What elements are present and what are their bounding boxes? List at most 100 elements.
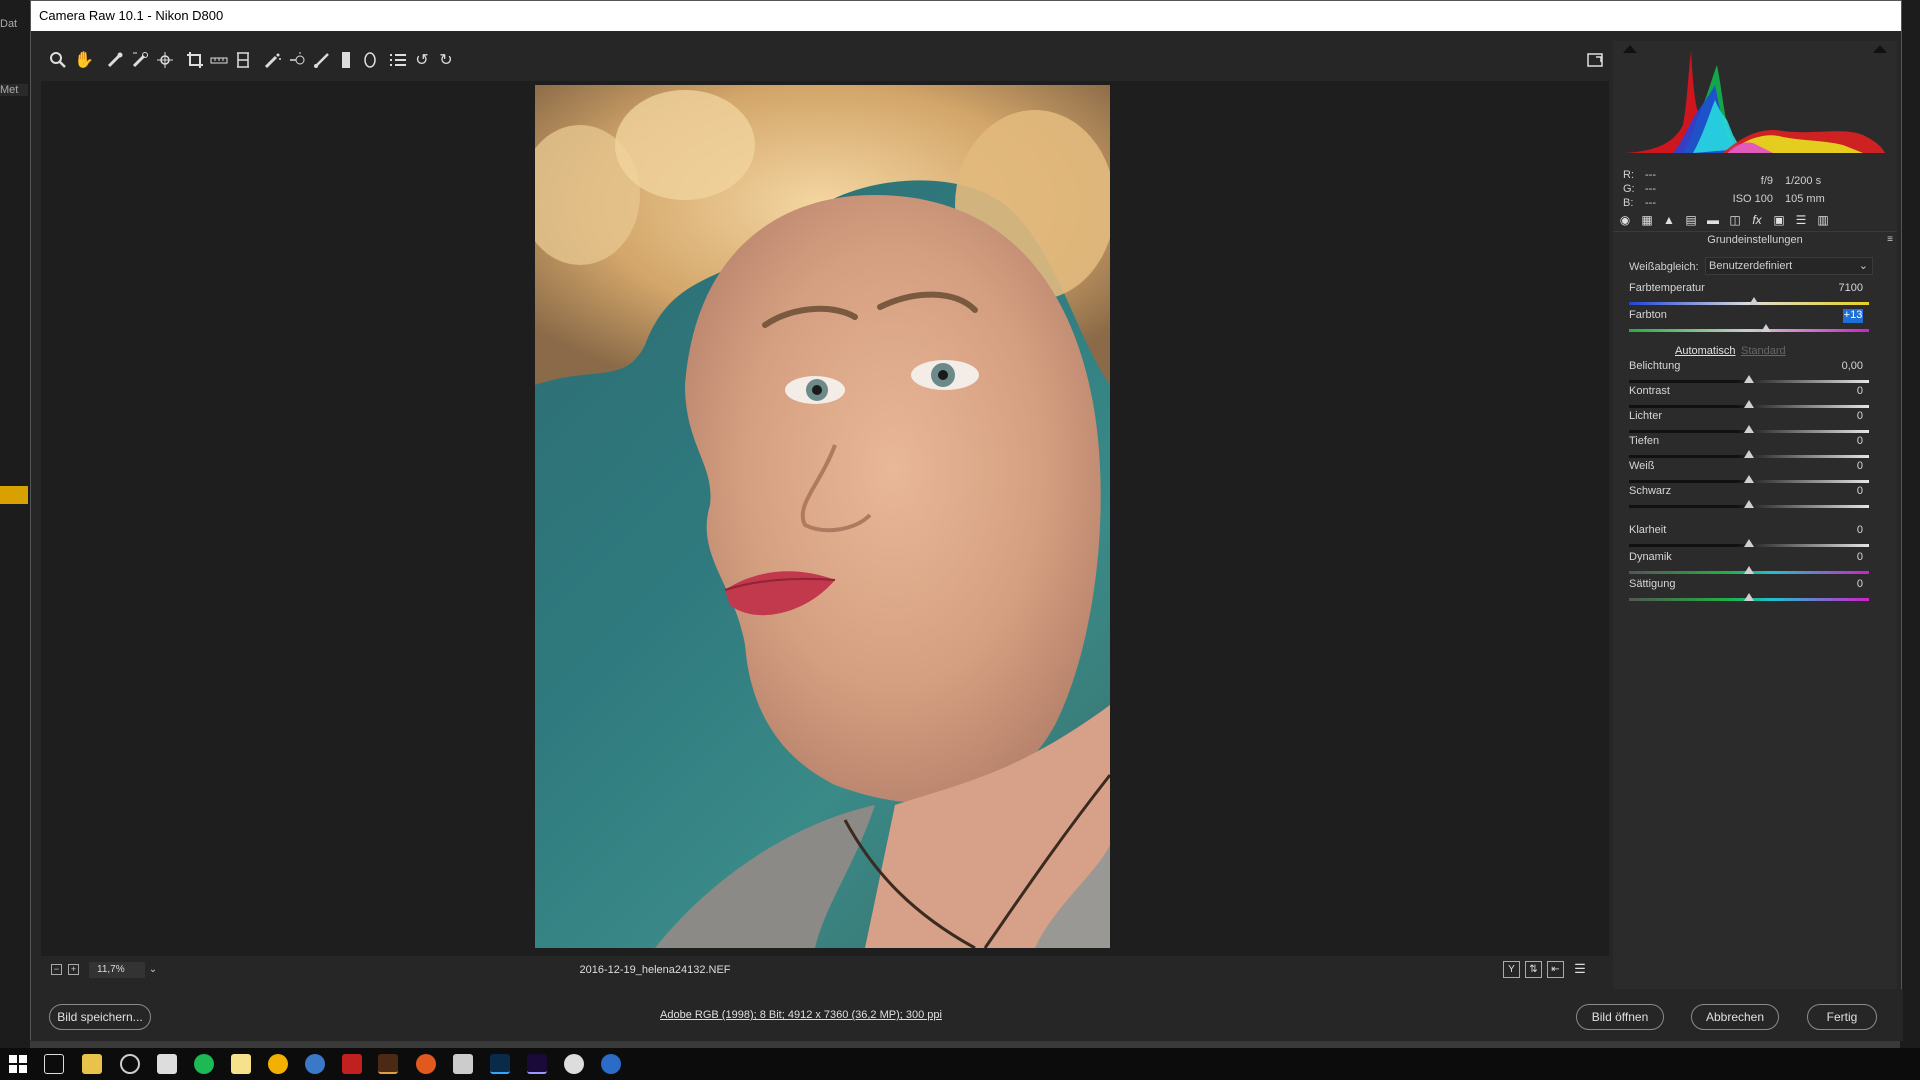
- slider-dynamik[interactable]: Dynamik 0: [1629, 551, 1879, 579]
- color-sampler-icon[interactable]: [127, 45, 153, 75]
- tab-presets-icon[interactable]: ☰: [1791, 211, 1811, 229]
- slider-farbtemperatur[interactable]: Farbtemperatur 7100: [1629, 282, 1879, 310]
- tab-snapshots-icon[interactable]: ▥: [1813, 211, 1833, 229]
- tab-lens-icon[interactable]: ◫: [1725, 211, 1745, 229]
- spotify-icon[interactable]: [194, 1054, 214, 1074]
- app-icon-3[interactable]: [416, 1054, 436, 1074]
- panel-menu-icon[interactable]: ≡: [1887, 234, 1893, 245]
- tab-detail-icon[interactable]: ▲: [1659, 211, 1679, 229]
- slider-value[interactable]: 0: [1803, 410, 1863, 424]
- white-balance-icon[interactable]: [102, 45, 128, 75]
- spot-removal-icon[interactable]: [260, 45, 286, 75]
- slider-value[interactable]: 0: [1803, 485, 1863, 499]
- slider-value[interactable]: 0: [1803, 551, 1863, 565]
- bridge-icon[interactable]: [378, 1054, 398, 1074]
- photo-preview[interactable]: [535, 85, 1110, 948]
- done-button[interactable]: Fertig: [1807, 1004, 1877, 1030]
- transform-icon[interactable]: [230, 45, 256, 75]
- slider-farbton[interactable]: Farbton +13: [1629, 309, 1879, 337]
- slider-thumb[interactable]: [1744, 566, 1754, 574]
- filezilla-icon[interactable]: [342, 1054, 362, 1074]
- after-effects-icon[interactable]: [527, 1054, 547, 1074]
- file-explorer-icon[interactable]: [82, 1054, 102, 1074]
- slider-value[interactable]: 0: [1803, 460, 1863, 474]
- adjustment-brush-icon[interactable]: [309, 45, 335, 75]
- swap-settings-icon[interactable]: ⇅: [1525, 961, 1542, 978]
- histogram: [1623, 45, 1887, 157]
- panel-title: Grundeinstellungen: [1707, 234, 1803, 246]
- app-icon-4[interactable]: [453, 1054, 473, 1074]
- radial-filter-icon[interactable]: [357, 45, 383, 75]
- preferences-list-icon[interactable]: [385, 45, 411, 75]
- slider-tiefen[interactable]: Tiefen 0: [1629, 435, 1879, 463]
- slider-thumb[interactable]: [1744, 450, 1754, 458]
- windows-start-icon[interactable]: [8, 1054, 30, 1074]
- slider-thumb[interactable]: [1744, 500, 1754, 508]
- tab-basic-icon[interactable]: ◉: [1615, 211, 1635, 229]
- chrome-icon[interactable]: [268, 1054, 288, 1074]
- slider-track[interactable]: [1629, 329, 1869, 332]
- fullscreen-icon[interactable]: [1583, 45, 1609, 75]
- slider-value[interactable]: 0: [1803, 435, 1863, 449]
- view-settings-icon[interactable]: ☰: [1571, 961, 1589, 978]
- slider-value[interactable]: 0: [1803, 524, 1863, 538]
- auto-link[interactable]: Automatisch: [1675, 345, 1736, 357]
- tab-effects-icon[interactable]: fx: [1747, 211, 1767, 229]
- slider-belichtung[interactable]: Belichtung 0,00: [1629, 360, 1879, 388]
- before-after-toggle-icon[interactable]: Y: [1503, 961, 1520, 978]
- crop-icon[interactable]: [182, 45, 208, 75]
- rotate-left-icon[interactable]: ↺: [409, 45, 435, 75]
- red-eye-icon[interactable]: [285, 45, 311, 75]
- open-image-button[interactable]: Bild öffnen: [1576, 1004, 1664, 1030]
- tab-tone-curve-icon[interactable]: ▦: [1637, 211, 1657, 229]
- slider-thumb[interactable]: [1744, 539, 1754, 547]
- photoshop-icon[interactable]: [490, 1054, 510, 1074]
- targeted-adjustment-icon[interactable]: [152, 45, 178, 75]
- tab-calibration-icon[interactable]: ▣: [1769, 211, 1789, 229]
- slider-thumb[interactable]: [1744, 593, 1754, 601]
- slider-sättigung[interactable]: Sättigung 0: [1629, 578, 1879, 606]
- slider-lichter[interactable]: Lichter 0: [1629, 410, 1879, 438]
- slider-thumb[interactable]: [1744, 375, 1754, 383]
- notes-icon[interactable]: [231, 1054, 251, 1074]
- image-canvas[interactable]: [41, 81, 1609, 956]
- app-icon-2[interactable]: [305, 1054, 325, 1074]
- slider-value[interactable]: 7100: [1803, 282, 1863, 296]
- app-icon[interactable]: [157, 1054, 177, 1074]
- slider-value[interactable]: +13: [1843, 309, 1863, 323]
- graduated-filter-icon[interactable]: [333, 45, 359, 75]
- task-view-icon[interactable]: [44, 1054, 64, 1074]
- zoom-icon[interactable]: [45, 45, 71, 75]
- info-icon[interactable]: [601, 1054, 621, 1074]
- slider-value[interactable]: 0: [1803, 385, 1863, 399]
- white-balance-select[interactable]: Benutzerdefiniert ⌄: [1705, 257, 1873, 275]
- workflow-options-link[interactable]: Adobe RGB (1998); 8 Bit; 4912 x 7360 (36…: [31, 1009, 1571, 1021]
- tab-hsl-icon[interactable]: ▤: [1681, 211, 1701, 229]
- app-icon-5[interactable]: [564, 1054, 584, 1074]
- slider-schwarz[interactable]: Schwarz 0: [1629, 485, 1879, 513]
- rotate-right-icon[interactable]: ↻: [433, 45, 459, 75]
- slider-thumb[interactable]: [1744, 425, 1754, 433]
- straighten-icon[interactable]: [206, 45, 232, 75]
- slider-thumb[interactable]: [1760, 324, 1771, 332]
- aperture: f/9: [1760, 175, 1773, 187]
- hand-icon[interactable]: ✋: [71, 45, 97, 75]
- g-label: G:: [1623, 183, 1635, 195]
- white-balance-value: Benutzerdefiniert: [1709, 260, 1793, 272]
- slider-thumb[interactable]: [1744, 400, 1754, 408]
- tab-split-toning-icon[interactable]: ▬: [1703, 211, 1723, 229]
- slider-weiß[interactable]: Weiß 0: [1629, 460, 1879, 488]
- browser-icon[interactable]: [120, 1054, 140, 1074]
- slider-klarheit[interactable]: Klarheit 0: [1629, 524, 1879, 552]
- slider-thumb[interactable]: [1744, 475, 1754, 483]
- cancel-button[interactable]: Abbrechen: [1691, 1004, 1779, 1030]
- chevron-down-icon: ⌄: [1858, 260, 1868, 272]
- slider-kontrast[interactable]: Kontrast 0: [1629, 385, 1879, 413]
- slider-value[interactable]: 0,00: [1803, 360, 1863, 374]
- slider-value[interactable]: 0: [1803, 578, 1863, 592]
- right-panel: R: --- G: --- B: --- f/9 1/200 s ISO 100…: [1613, 41, 1897, 1041]
- desktop-right-strip: [1900, 0, 1920, 1048]
- slider-thumb[interactable]: [1748, 297, 1759, 305]
- copy-settings-icon[interactable]: ⇤: [1547, 961, 1564, 978]
- standard-link[interactable]: Standard: [1741, 345, 1786, 357]
